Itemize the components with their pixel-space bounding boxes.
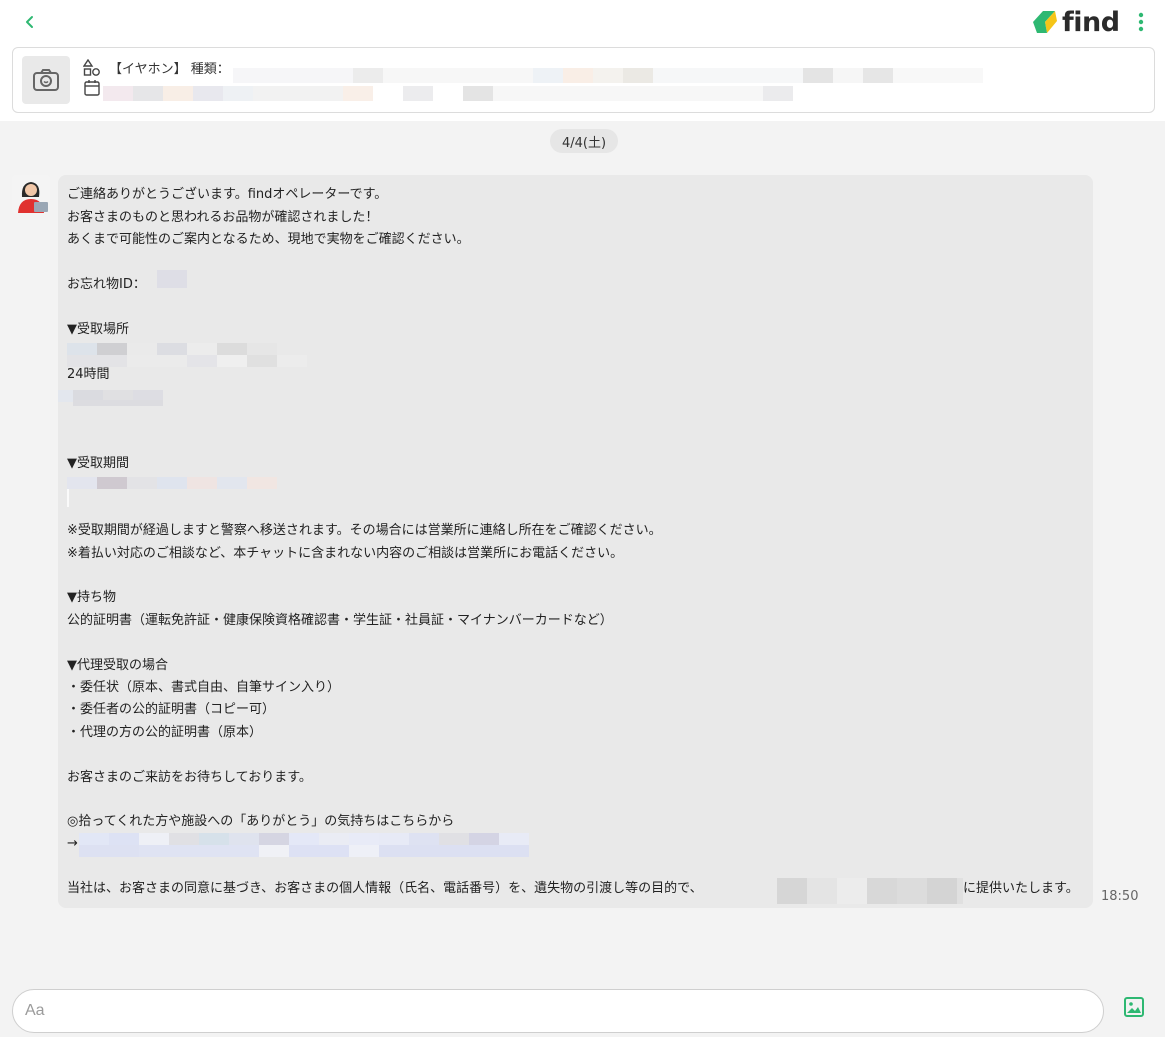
redacted-text	[157, 270, 187, 288]
msg-line: ・委任状（原本、書式自由、自筆サイン入り）	[67, 680, 341, 695]
chat-area[interactable]: 4/4(土) ご連絡ありがとうございます。findオペレーターです。 お客さまの…	[0, 121, 1165, 977]
redacted-text	[73, 400, 163, 406]
chevron-left-icon[interactable]	[18, 10, 42, 34]
redacted-link[interactable]	[79, 845, 529, 857]
msg-line: →	[67, 836, 78, 851]
msg-line: お客さまのものと思われるお品物が確認されました！	[67, 210, 379, 225]
redacted-text	[67, 477, 277, 489]
msg-line: 当社は、お客さまの同意に基づき、お客さまの個人情報（氏名、電話番号）を、遺失物の…	[67, 881, 703, 896]
msg-line: に提供いたします。	[963, 881, 1079, 896]
redacted-text	[67, 489, 69, 507]
item-category-line: 【イヤホン】 種類：	[83, 58, 230, 77]
shapes-icon	[83, 58, 100, 76]
message-timestamp: 18:50	[1101, 889, 1139, 904]
msg-line: お忘れ物ID：	[67, 277, 146, 292]
vertical-dots-icon[interactable]	[1133, 10, 1149, 34]
msg-line: ※着払い対応のご相談など、本チャットに含まれない内容のご相談は営業所にお電話くだ…	[67, 546, 624, 561]
msg-line: ※受取期間が経過しますと警察へ移送されます。その場合には営業所に連絡し所在をご確…	[67, 523, 662, 538]
msg-line: あくまで可能性のご案内となるため、現地で実物をご確認ください。	[67, 232, 470, 247]
msg-line: ▼代理受取の場合	[67, 658, 168, 673]
msg-line: ご連絡ありがとうございます。findオペレーターです。	[67, 187, 388, 202]
operator-avatar-icon	[12, 175, 50, 213]
redacted-link[interactable]	[79, 833, 529, 845]
camera-icon	[33, 69, 59, 91]
item-card[interactable]: 【イヤホン】 種類：	[12, 47, 1155, 113]
redacted-text	[233, 68, 983, 83]
find-logo-icon	[1033, 11, 1057, 33]
msg-line: ・代理の方の公的証明書（原本）	[67, 725, 263, 740]
msg-line: ▼持ち物	[67, 590, 116, 605]
find-logo: find	[1030, 6, 1120, 38]
date-separator: 4/4(土)	[550, 129, 619, 153]
msg-line: ▼受取期間	[67, 456, 129, 471]
msg-line: お客さまのご来訪をお待ちしております。	[67, 770, 312, 785]
msg-line: ◎拾ってくれた方や施設への「ありがとう」の気持ちはこちらから	[67, 814, 455, 829]
item-photo[interactable]	[22, 56, 70, 104]
msg-line: ・委任者の公的証明書（コピー可）	[67, 702, 276, 717]
message-input[interactable]	[12, 989, 1104, 1033]
composer-bar	[0, 977, 1165, 1037]
image-icon[interactable]	[1122, 995, 1146, 1019]
calendar-icon	[84, 80, 100, 96]
redacted-text	[67, 343, 277, 355]
msg-line: 24時間	[67, 367, 110, 382]
msg-line: 公的証明書（運転免許証・健康保険資格確認書・学生証・社員証・マイナンバーカードな…	[67, 613, 613, 628]
redacted-text	[777, 878, 963, 904]
msg-line: ▼受取場所	[67, 322, 129, 337]
redacted-text	[103, 86, 793, 101]
operator-message-bubble: ご連絡ありがとうございます。findオペレーターです。 お客さまのものと思われる…	[58, 175, 1093, 908]
operator-avatar	[12, 175, 50, 213]
logo-text: find	[1062, 6, 1120, 38]
top-bar: find	[0, 0, 1165, 44]
item-category: 【イヤホン】 種類：	[109, 62, 230, 77]
